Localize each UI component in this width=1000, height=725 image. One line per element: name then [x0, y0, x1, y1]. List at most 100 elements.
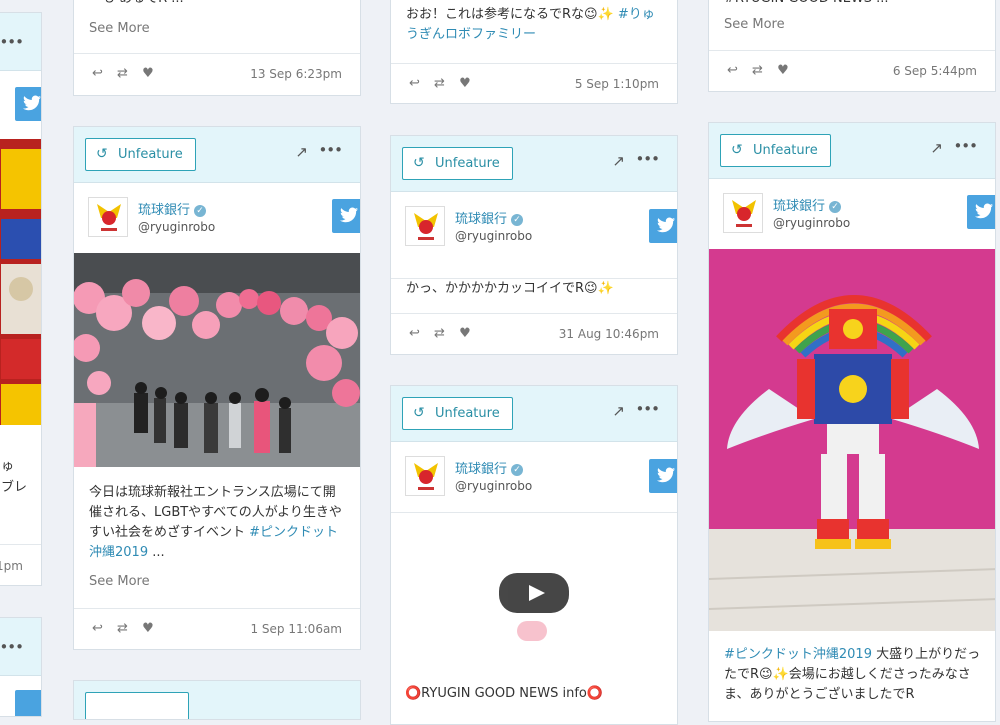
play-button[interactable]	[499, 573, 569, 613]
verified-badge-icon: ✓	[829, 201, 842, 213]
video-thumbnail-shape	[517, 621, 547, 641]
external-arrow-icon[interactable]: ↗	[612, 152, 625, 170]
unfeature-button[interactable]: ↺ Unfeature	[402, 397, 513, 430]
unfeature-button[interactable]: ↺ Unfeature	[85, 138, 196, 171]
author-name[interactable]: 琉球銀行 ✓	[773, 195, 842, 214]
twitter-icon	[332, 199, 360, 233]
card-header	[74, 681, 360, 719]
avatar[interactable]	[88, 197, 128, 237]
author-name[interactable]: 琉球銀行 ✓	[138, 199, 207, 218]
post-text-fragment: ゅ	[1, 459, 15, 474]
more-options-icon[interactable]: •••	[0, 33, 24, 51]
avatar[interactable]	[723, 193, 763, 233]
see-more-link[interactable]: See More	[89, 574, 150, 589]
post-image[interactable]	[74, 253, 360, 467]
post-card-col3-top: #RYUGIN GOOD NEWS ... See More ↩ ⇄ ♥ 6 S…	[708, 0, 996, 92]
retweet-icon[interactable]: ⇄	[752, 63, 763, 78]
author-handle[interactable]: @ryuginrobo	[138, 220, 215, 234]
post-date: 1 Sep 11:06am	[250, 622, 342, 636]
post-card-col2-top: おお！これは参考になるでRな😉✨ #りゅうぎんロボファミリー ↩ ⇄ ♥ 5 S…	[390, 0, 678, 104]
verified-badge-icon: ✓	[194, 205, 207, 217]
author-name-text: 琉球銀行	[138, 203, 191, 218]
card-header: •••	[0, 13, 41, 71]
avatar[interactable]	[405, 456, 445, 496]
author-handle[interactable]: @ryuginrobo	[773, 216, 850, 230]
more-options-icon[interactable]: •••	[635, 400, 660, 418]
post-card-col1-top: ーも あるでR ... See More ↩ ⇄ ♥ 13 Sep 6:23pm	[73, 0, 361, 96]
more-options-icon[interactable]: •••	[0, 638, 24, 656]
heart-icon[interactable]: ♥	[142, 66, 154, 81]
unfeature-label: Unfeature	[753, 143, 818, 158]
unfeature-label: Unfeature	[118, 147, 183, 162]
verified-badge-icon: ✓	[511, 464, 524, 476]
author-name[interactable]: 琉球銀行 ✓	[455, 208, 524, 227]
post-footer: 1pm	[0, 544, 41, 585]
reply-icon[interactable]: ↩	[92, 66, 103, 81]
see-more-link[interactable]: See More	[89, 21, 150, 36]
retweet-icon[interactable]: ⇄	[434, 76, 445, 91]
reply-icon[interactable]: ↩	[409, 326, 420, 341]
twitter-icon	[967, 195, 995, 229]
post-actions: ↩ ⇄ ♥	[92, 66, 164, 81]
post-author: 琉球銀行 ✓ @ryuginrobo	[74, 184, 360, 250]
post-card-col3-featured: ↺ Unfeature ↗ ••• 琉球銀行 ✓ @ryuginrobo #ピン…	[708, 122, 996, 722]
author-name-text: 琉球銀行	[773, 199, 826, 214]
retweet-icon[interactable]: ⇄	[117, 621, 128, 636]
post-date: 5 Sep 1:10pm	[574, 77, 659, 91]
heart-icon[interactable]: ♥	[142, 621, 154, 636]
post-image[interactable]	[0, 139, 41, 425]
post-image[interactable]	[709, 249, 995, 631]
retweet-icon[interactable]: ⇄	[117, 66, 128, 81]
unfeature-button[interactable]	[85, 692, 189, 719]
post-card-col1-featured: ↺ Unfeature ↗ ••• 琉球銀行 ✓ @ryuginrobo 今日は…	[73, 126, 361, 650]
more-options-icon[interactable]: •••	[953, 137, 978, 155]
more-options-icon[interactable]: •••	[318, 141, 343, 159]
unfeature-button[interactable]: ↺ Unfeature	[402, 147, 513, 180]
unfeature-label: Unfeature	[435, 156, 500, 171]
see-more-link[interactable]: See More	[724, 17, 785, 32]
post-date: 31 Aug 10:46pm	[558, 327, 659, 341]
post-text: おお！これは参考になるでRな😉✨ #りゅうぎんロボファミリー	[406, 5, 665, 45]
refresh-icon: ↺	[413, 155, 425, 171]
partial-card-left-top: ••• ゅ ブレ 1pm	[0, 12, 42, 586]
author-name-text: 琉球銀行	[455, 462, 508, 477]
unfeature-button[interactable]: ↺ Unfeature	[720, 134, 831, 167]
reply-icon[interactable]: ↩	[727, 63, 738, 78]
post-text: #RYUGIN GOOD NEWS ...	[724, 0, 983, 9]
heart-icon[interactable]: ♥	[459, 76, 471, 91]
post-video[interactable]	[391, 512, 677, 682]
post-footer: ↩ ⇄ ♥ 6 Sep 5:44pm	[709, 50, 995, 91]
refresh-icon: ↺	[96, 146, 108, 162]
verified-badge-icon: ✓	[511, 214, 524, 226]
retweet-icon[interactable]: ⇄	[434, 326, 445, 341]
post-text: #ピンクドット沖縄2019 大盛り上がりだったでR😉✨会場にお越しくださったみな…	[724, 645, 983, 705]
post-text: ーも あるでR ...	[89, 0, 348, 9]
post-date: 1pm	[0, 559, 23, 573]
post-footer: ↩ ⇄ ♥ 13 Sep 6:23pm	[74, 53, 360, 95]
twitter-icon	[15, 87, 41, 121]
more-options-icon[interactable]: •••	[635, 150, 660, 168]
reply-icon[interactable]: ↩	[409, 76, 420, 91]
external-arrow-icon[interactable]: ↗	[295, 143, 308, 161]
card-header: ↺ Unfeature ↗ •••	[709, 123, 995, 179]
heart-icon[interactable]: ♥	[777, 63, 789, 78]
post-text-ellipsis: ...	[148, 545, 165, 560]
post-card-col2-featured: ↺ Unfeature ↗ ••• 琉球銀行 ✓ @ryuginrobo かっ、か…	[390, 135, 678, 355]
avatar[interactable]	[405, 206, 445, 246]
post-card-col2-video: ↺ Unfeature ↗ ••• 琉球銀行 ✓ @ryuginrobo ⭕RYU…	[390, 385, 678, 725]
external-arrow-icon[interactable]: ↗	[930, 139, 943, 157]
post-text-body: おお！これは参考になるでRな😉✨	[406, 7, 618, 22]
post-actions: ↩ ⇄ ♥	[727, 63, 799, 78]
external-arrow-icon[interactable]: ↗	[612, 402, 625, 420]
reply-icon[interactable]: ↩	[92, 621, 103, 636]
post-actions: ↩ ⇄ ♥	[409, 76, 481, 91]
author-handle[interactable]: @ryuginrobo	[455, 229, 532, 243]
twitter-icon	[649, 459, 677, 493]
author-handle[interactable]: @ryuginrobo	[455, 479, 532, 493]
hashtag-link[interactable]: #ピンクドット沖縄2019	[724, 647, 872, 662]
heart-icon[interactable]: ♥	[459, 326, 471, 341]
post-actions: ↩ ⇄ ♥	[92, 621, 164, 636]
twitter-icon	[15, 690, 41, 716]
author-name[interactable]: 琉球銀行 ✓	[455, 458, 524, 477]
post-footer: ↩ ⇄ ♥ 5 Sep 1:10pm	[391, 63, 677, 103]
